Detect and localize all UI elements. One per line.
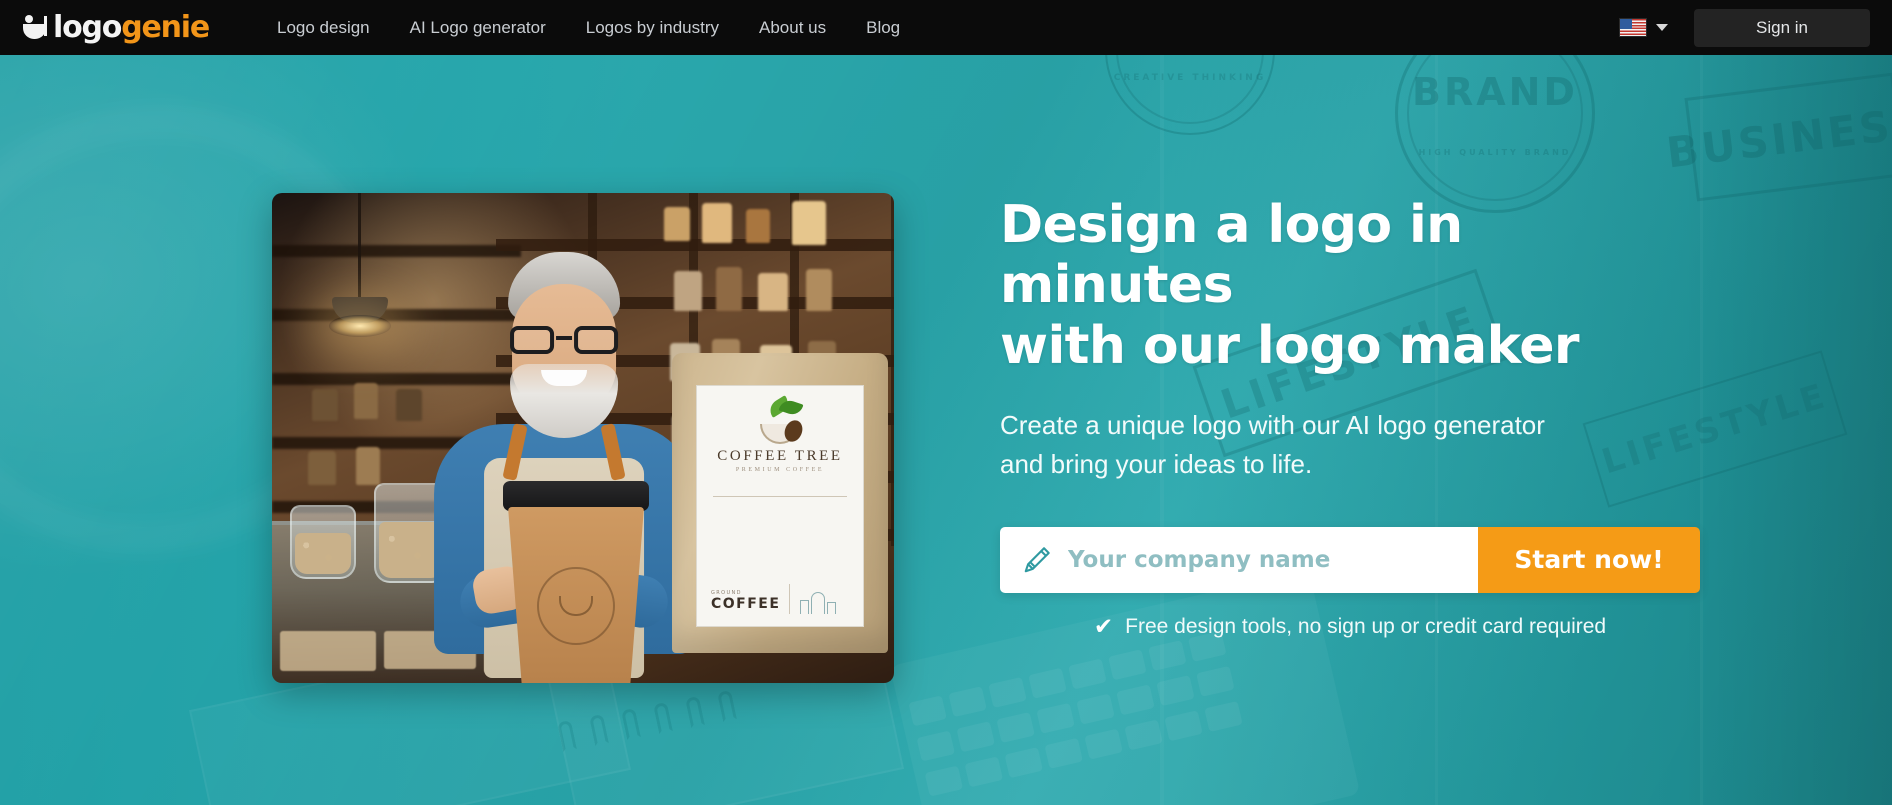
coffee-tree-logo-icon (750, 395, 810, 445)
brand-logo[interactable]: logogenie (22, 0, 210, 55)
product-tagline: PREMIUM COFFEE (735, 467, 825, 473)
main-navigation: Logo design AI Logo generator Logos by i… (257, 0, 920, 55)
photo-coffee-cup (503, 481, 649, 683)
subhead-line-1: Create a unique logo with our AI logo ge… (1000, 409, 1545, 440)
hero-section: BRAND HIGH QUALITY BRAND BUSINESS LIFEST… (0, 55, 1892, 805)
genie-lamp-icon (22, 14, 48, 42)
photo-coffee-pouch: COFFEE TREE PREMIUM COFFEE GROUND COFFEE (672, 353, 888, 653)
page-title: Design a logo in minutes with our logo m… (1000, 195, 1680, 376)
nav-item-about-us[interactable]: About us (739, 0, 846, 55)
product-footer: GROUND COFFEE (711, 590, 801, 612)
assurance-note: ✔ Free design tools, no sign up or credi… (1000, 615, 1700, 639)
language-selector[interactable] (1619, 18, 1668, 37)
headline-line-1: Design a logo in minutes (1000, 195, 1463, 316)
nav-item-ai-logo-generator[interactable]: AI Logo generator (390, 0, 566, 55)
company-name-input[interactable] (1068, 526, 1478, 593)
hero-photo: COFFEE TREE PREMIUM COFFEE GROUND COFFEE (272, 193, 894, 683)
background-stamp-text: BUSINESS (1663, 96, 1892, 178)
nav-item-logo-design[interactable]: Logo design (257, 0, 390, 55)
photo-pendant-lamp-cord (358, 193, 361, 301)
brand-wordmark: logogenie (53, 9, 210, 45)
start-now-button[interactable]: Start now! (1478, 526, 1700, 593)
company-name-field-wrap[interactable] (1000, 526, 1478, 593)
subhead-line-2: and bring your ideas to life. (1000, 449, 1313, 480)
check-icon: ✔ (1093, 613, 1114, 640)
us-flag-icon (1619, 18, 1647, 37)
assurance-text: Free design tools, no sign up or credit … (1125, 614, 1607, 638)
product-word: COFFEE (711, 596, 781, 612)
brand-wordmark-part2: genie (121, 9, 210, 45)
nav-item-logos-by-industry[interactable]: Logos by industry (566, 0, 739, 55)
product-label: COFFEE TREE PREMIUM COFFEE GROUND COFFEE (696, 385, 864, 627)
headline-line-2: with our logo maker (1000, 315, 1580, 376)
hero-photo-scene: COFFEE TREE PREMIUM COFFEE GROUND COFFEE (272, 193, 894, 683)
product-mark-icon (789, 584, 847, 614)
nav-item-blog[interactable]: Blog (846, 0, 920, 55)
photo-jar (290, 505, 356, 579)
site-header: logogenie Logo design AI Logo generator … (0, 0, 1892, 55)
page-root: logogenie Logo design AI Logo generator … (0, 0, 1892, 805)
header-actions: Sign in (1619, 0, 1870, 55)
brand-wordmark-part1: logo (53, 9, 122, 45)
product-brand-name: COFFEE TREE (717, 448, 843, 464)
cta-form: Start now! (1000, 526, 1700, 593)
sign-in-button[interactable]: Sign in (1694, 8, 1870, 47)
hero-content: Design a logo in minutes with our logo m… (1000, 195, 1720, 639)
page-subtitle: Create a unique logo with our AI logo ge… (1000, 406, 1700, 485)
chevron-down-icon (1656, 24, 1668, 31)
pencil-icon (1024, 547, 1050, 573)
photo-lamp-glow (329, 315, 391, 337)
